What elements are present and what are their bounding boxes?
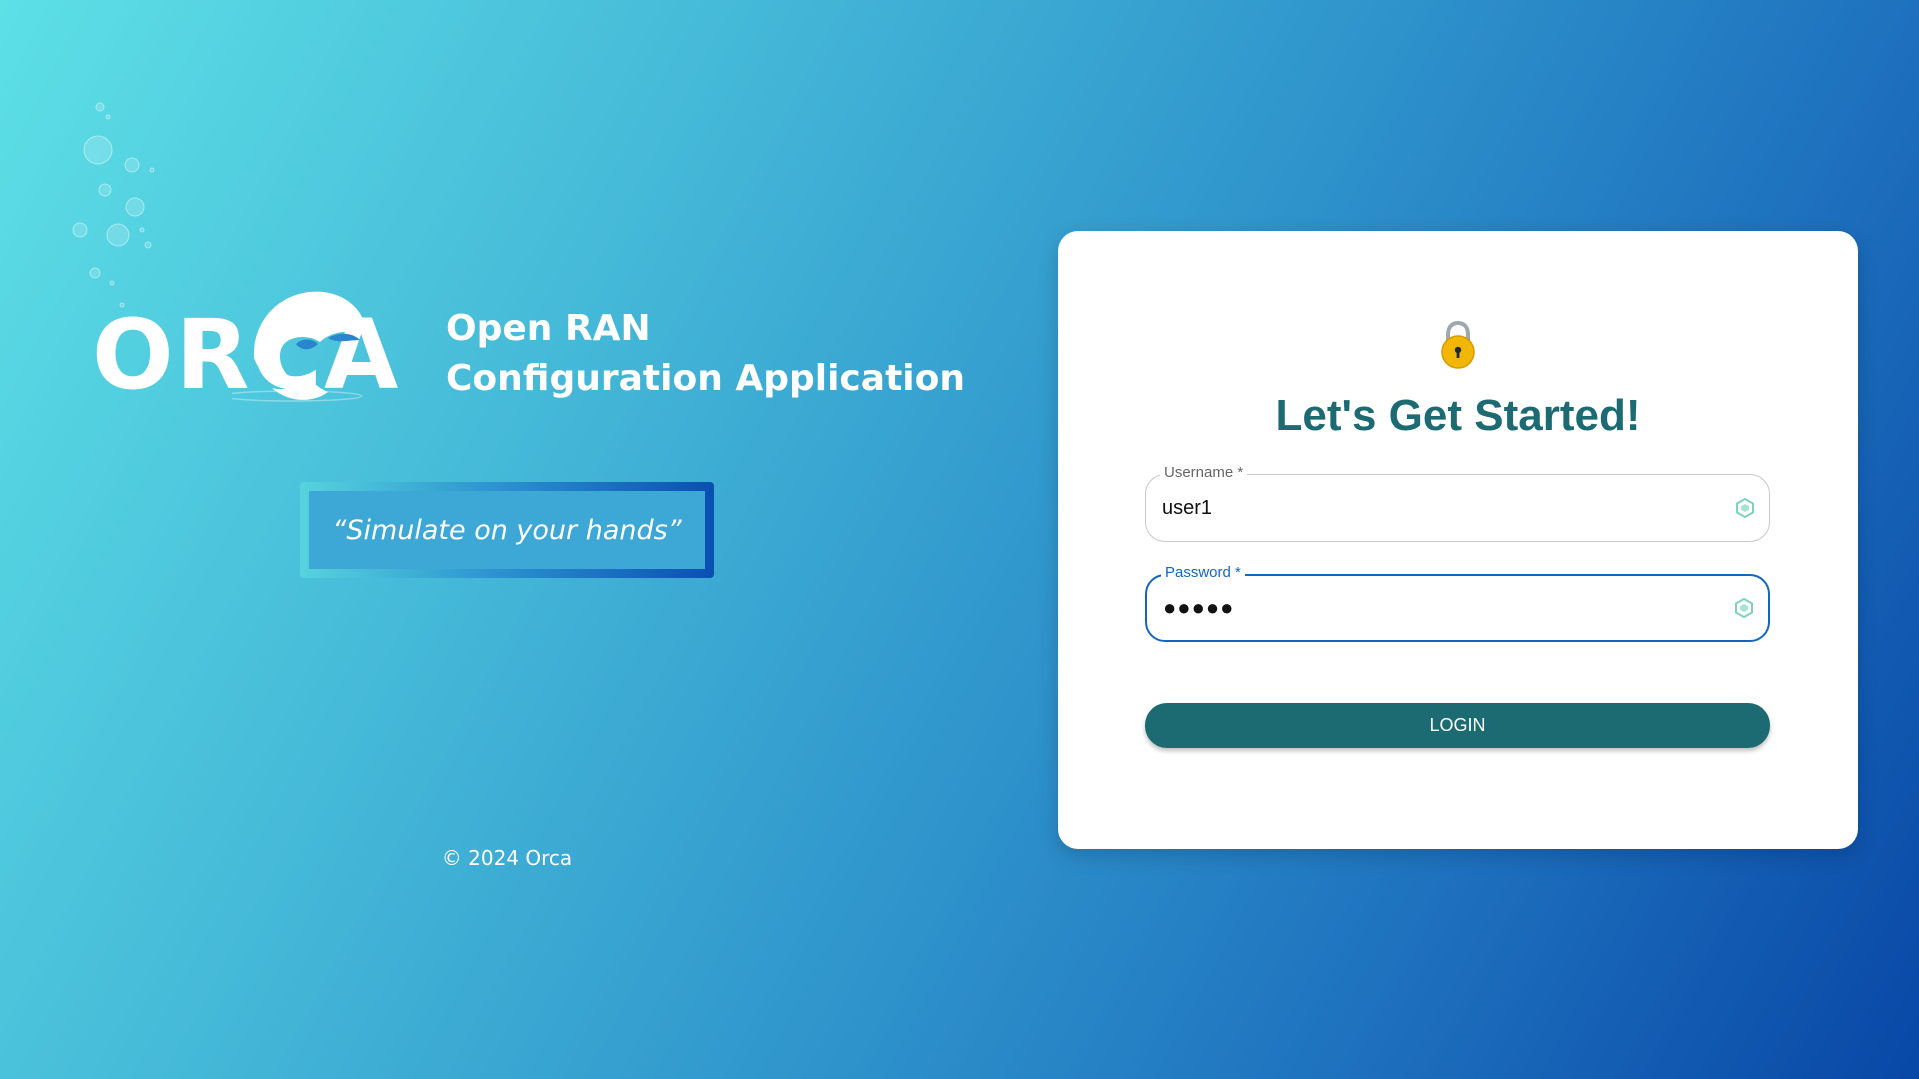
orca-logo: ORCA xyxy=(92,290,432,420)
password-manager-icon[interactable] xyxy=(1735,498,1755,518)
app-name-line2: Configuration Application xyxy=(446,358,965,399)
password-manager-icon[interactable] xyxy=(1734,598,1754,618)
login-button[interactable]: LOGIN xyxy=(1145,703,1770,748)
password-field[interactable]: Password * xyxy=(1145,564,1770,642)
quote-text: “Simulate on your hands” xyxy=(332,514,682,546)
login-card: Let's Get Started! Username * Password *… xyxy=(1058,231,1858,849)
quote-box: “Simulate on your hands” xyxy=(300,482,714,578)
username-field[interactable]: Username * xyxy=(1145,464,1770,542)
username-input[interactable] xyxy=(1162,475,1722,541)
copyright: © 2024 Orca xyxy=(441,846,573,870)
lock-icon xyxy=(1441,321,1475,369)
login-title: Let's Get Started! xyxy=(1275,391,1641,440)
app-name: Open RAN Configuration Application xyxy=(446,304,965,404)
orca-whale-icon xyxy=(232,291,367,402)
bubbles-decoration xyxy=(72,102,155,308)
app-name-line1: Open RAN xyxy=(446,308,651,349)
password-input[interactable] xyxy=(1163,576,1723,640)
